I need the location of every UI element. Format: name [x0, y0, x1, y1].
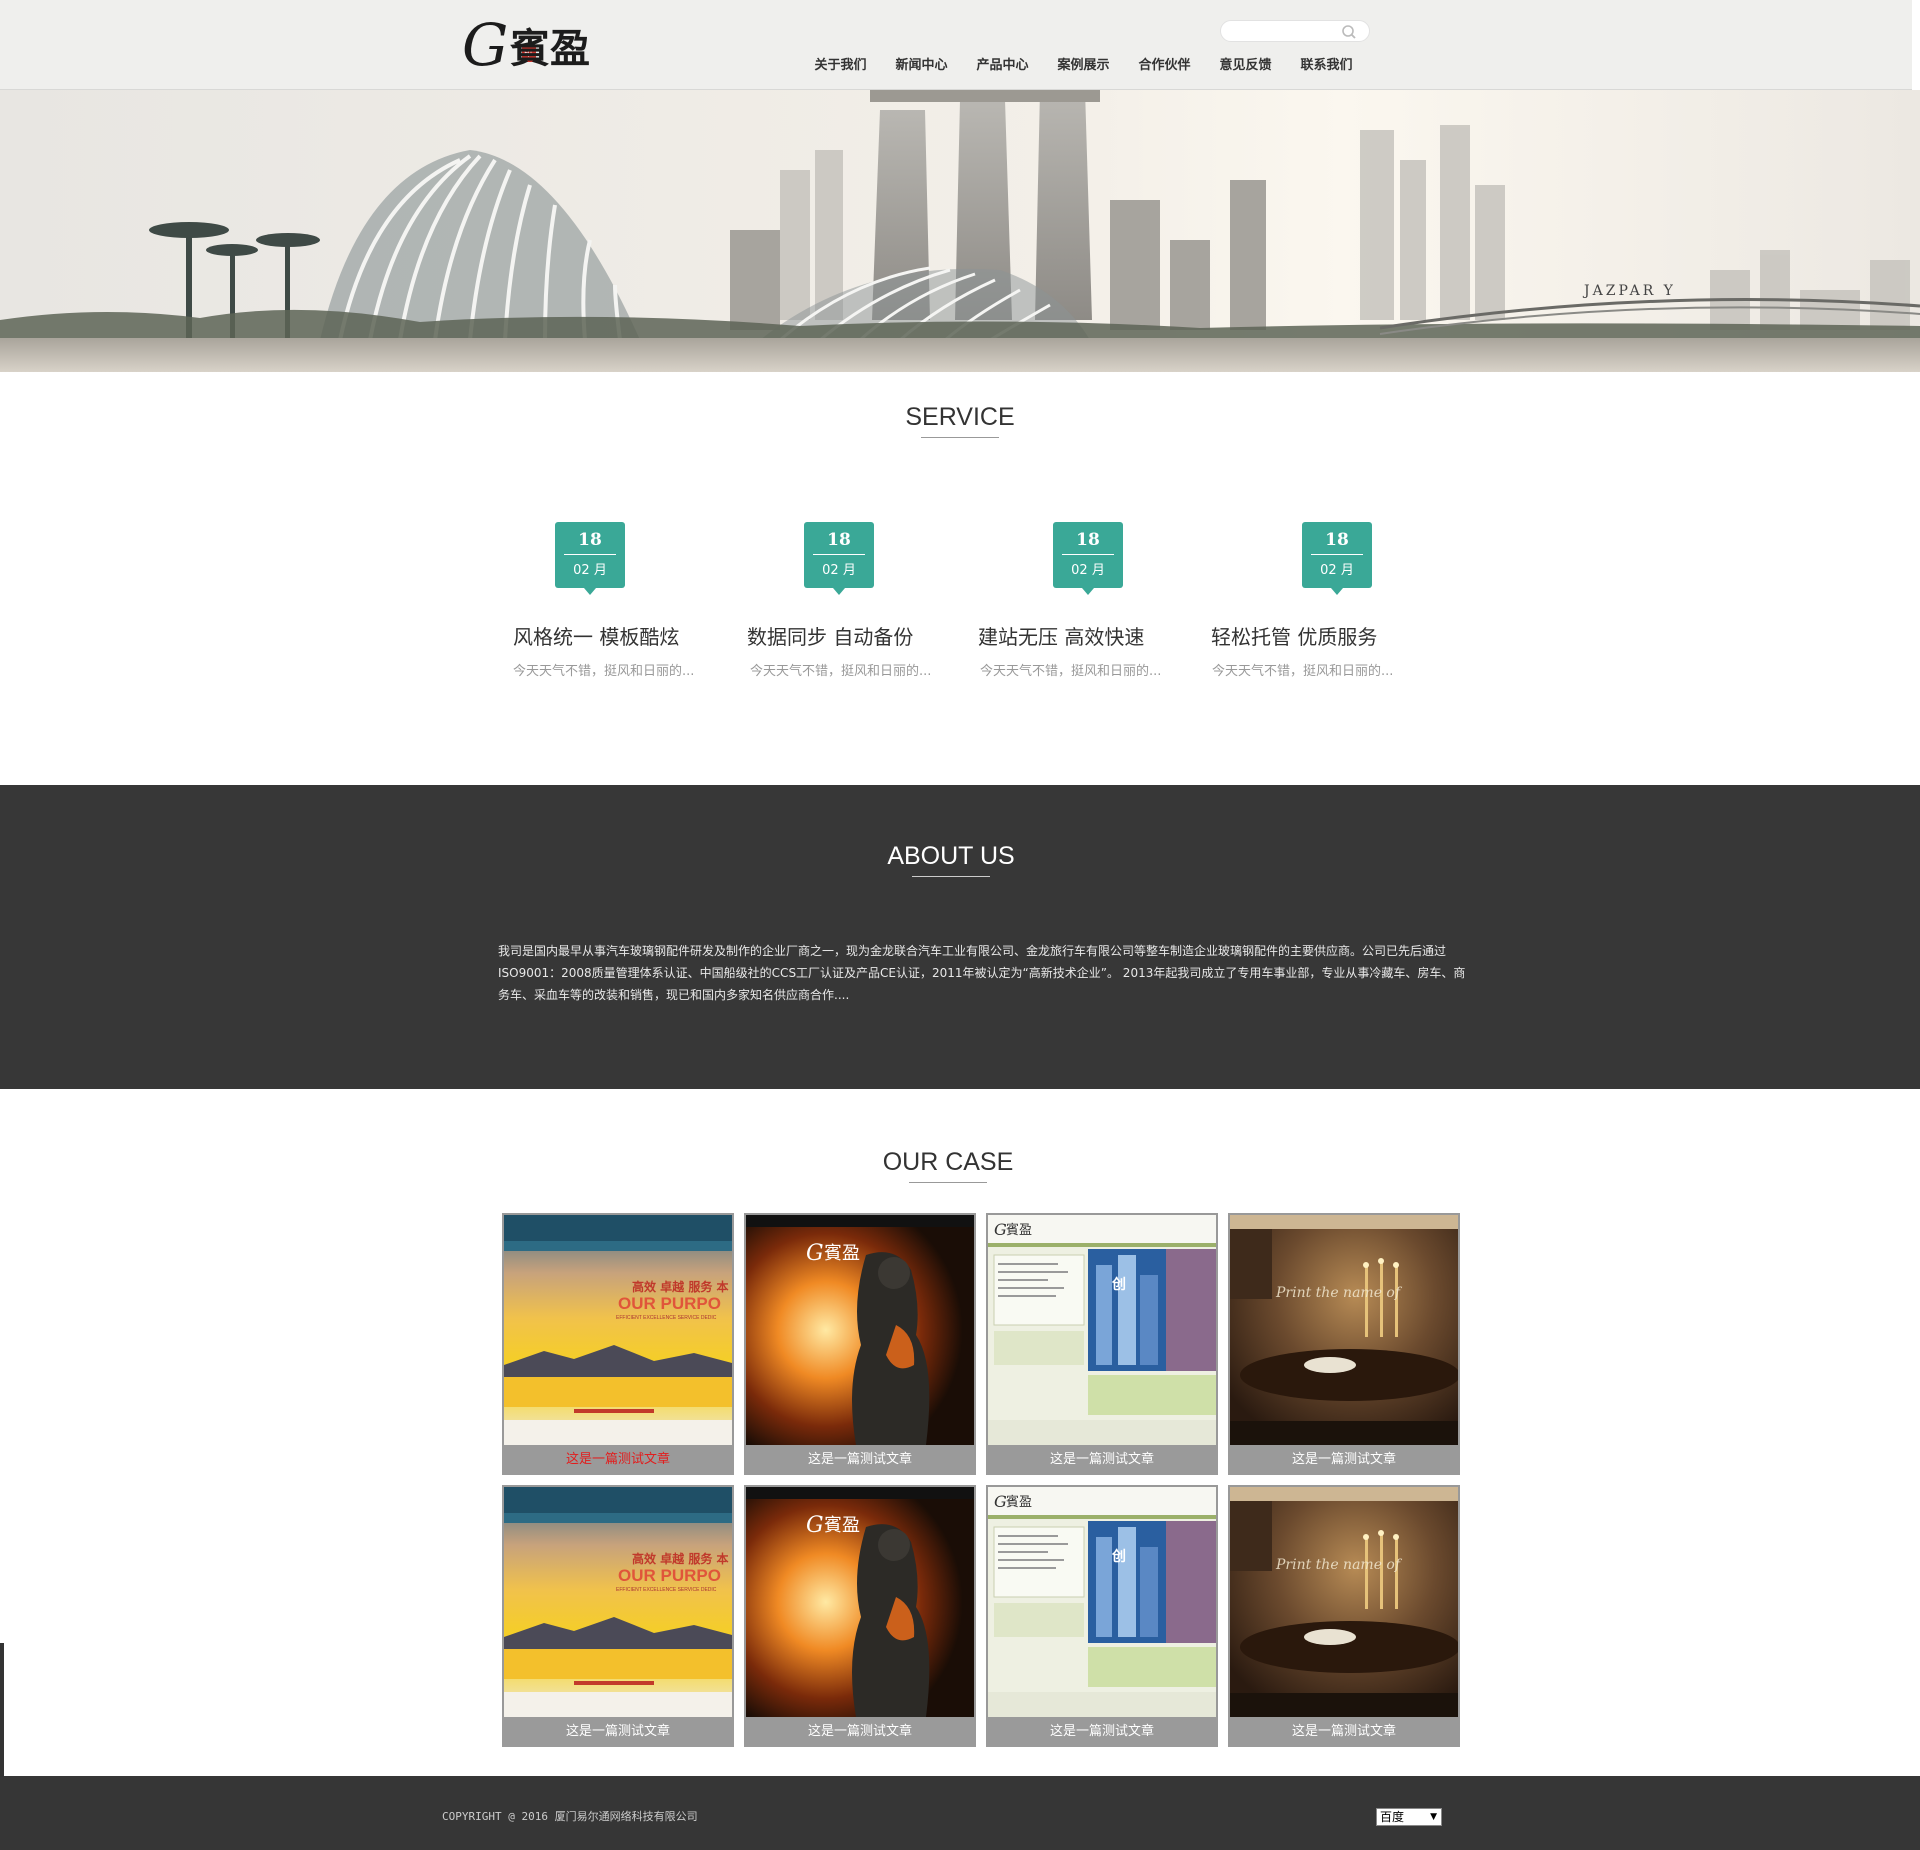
copyright-text: COPYRIGHT @ 2016 厦门易尔通网络科技有限公司 [442, 1810, 698, 1823]
badge-month: 02 月 [822, 563, 856, 578]
service-item-title[interactable]: 风格统一 模板酷炫 [513, 621, 679, 650]
banner-tagline: JAZPAR Y [1584, 283, 1676, 299]
nav-contact[interactable]: 联系我们 [1286, 54, 1367, 73]
case-thumbnail[interactable]: G 賓盈 创 [988, 1215, 1216, 1445]
svg-text:Print the name of: Print the name of [1275, 1285, 1403, 1301]
case-thumbnail[interactable]: G 賓盈 [746, 1487, 974, 1717]
svg-text:OUR PURPO: OUR PURPO [618, 1294, 721, 1313]
case-thumbnail[interactable]: 高效 卓越 服务 本 OUR PURPO EFFICIENT EXCELLENC… [504, 1215, 732, 1445]
date-badge: 18 02 月 [804, 522, 874, 595]
about-title: ABOUT US [887, 842, 1015, 870]
service-item-title[interactable]: 轻松托管 优质服务 [1211, 621, 1377, 650]
main-nav: 关于我们 新闻中心 产品中心 案例展示 合作伙伴 意见反馈 联系我们 [800, 54, 1367, 73]
svg-text:创: 创 [1111, 1548, 1126, 1565]
search-input[interactable] [1231, 23, 1341, 39]
site-header: G 印 賓盈 关于我们 新闻中心 产品中心 案例展示 合作伙伴 意见反馈 联系我… [0, 0, 1912, 90]
search-icon[interactable] [1341, 24, 1357, 40]
svg-text:G: G [806, 1241, 824, 1266]
search-engine-select[interactable]: 百度 ▼ [1376, 1808, 1442, 1826]
svg-text:賓盈: 賓盈 [824, 1515, 860, 1536]
hero-banner: JAZPAR Y [0, 90, 1920, 372]
service-item-desc: 今天天气不错，挺风和日丽的... [513, 664, 695, 679]
badge-day: 18 [1076, 530, 1100, 550]
case-thumbnail[interactable]: Print the name of [1230, 1487, 1458, 1717]
select-value: 百度 [1380, 1810, 1405, 1824]
svg-text:賓盈: 賓盈 [510, 25, 590, 72]
search-box[interactable] [1220, 20, 1370, 42]
badge-month: 02 月 [573, 563, 607, 578]
site-logo[interactable]: G 印 賓盈 [462, 10, 617, 79]
nav-about[interactable]: 关于我们 [800, 54, 881, 73]
svg-text:G: G [462, 11, 508, 78]
case-card[interactable]: G 賓盈 这是一篇测试文章 [744, 1213, 976, 1475]
nav-feedback[interactable]: 意见反馈 [1205, 54, 1286, 73]
badge-month: 02 月 [1071, 563, 1105, 578]
case-caption[interactable]: 这是一篇测试文章 [1228, 1717, 1460, 1747]
date-badge: 18 02 月 [555, 522, 625, 595]
case-thumbnail[interactable]: G 賓盈 创 [988, 1487, 1216, 1717]
badge-month: 02 月 [1320, 563, 1354, 578]
service-item-title[interactable]: 建站无压 高效快速 [978, 621, 1144, 650]
date-badge: 18 02 月 [1302, 522, 1372, 595]
svg-text:G: G [806, 1513, 824, 1538]
service-title: SERVICE [905, 403, 1015, 431]
badge-day: 18 [1325, 530, 1349, 550]
skyline-image [0, 90, 1920, 372]
about-text: 我司是国内最早从事汽车玻璃钢配件研发及制作的企业厂商之一，现为金龙联合汽车工业有… [498, 944, 1466, 1002]
service-item-title[interactable]: 数据同步 自动备份 [747, 621, 913, 650]
heading-underline [921, 437, 999, 438]
svg-text:Print the name of: Print the name of [1275, 1557, 1403, 1573]
case-card[interactable]: G 賓盈 创 这是一篇测试文章 [986, 1485, 1218, 1747]
case-caption[interactable]: 这是一篇测试文章 [1228, 1445, 1460, 1475]
case-card[interactable]: G 賓盈 创 这是一篇测试文章 [986, 1213, 1218, 1475]
svg-text:賓盈: 賓盈 [824, 1243, 860, 1264]
case-card[interactable]: Print the name of 这是一篇测试文章 [1228, 1485, 1460, 1747]
service-item-desc: 今天天气不错，挺风和日丽的... [980, 664, 1162, 679]
svg-text:賓盈: 賓盈 [1006, 1494, 1032, 1510]
nav-news[interactable]: 新闻中心 [881, 54, 962, 73]
heading-underline [912, 876, 990, 877]
about-section: ABOUT US 我司是国内最早从事汽车玻璃钢配件研发及制作的企业厂商之一，现为… [0, 785, 1920, 1089]
nav-partners[interactable]: 合作伙伴 [1124, 54, 1205, 73]
case-card[interactable]: G 賓盈 这是一篇测试文章 [744, 1485, 976, 1747]
service-item-desc: 今天天气不错，挺风和日丽的... [750, 664, 932, 679]
case-caption[interactable]: 这是一篇测试文章 [986, 1717, 1218, 1747]
case-card[interactable]: 高效 卓越 服务 本 OUR PURPO EFFICIENT EXCELLENC… [502, 1485, 734, 1747]
dropdown-arrow-icon: ▼ [1430, 1812, 1437, 1822]
nav-cases[interactable]: 案例展示 [1043, 54, 1124, 73]
site-footer: COPYRIGHT @ 2016 厦门易尔通网络科技有限公司 百度 ▼ [0, 1776, 1920, 1850]
case-caption[interactable]: 这是一篇测试文章 [502, 1445, 734, 1475]
case-card[interactable]: 高效 卓越 服务 本 OUR PURPO EFFICIENT EXCELLENC… [502, 1213, 734, 1475]
case-caption[interactable]: 这是一篇测试文章 [502, 1717, 734, 1747]
heading-underline [909, 1182, 987, 1183]
case-title: OUR CASE [882, 1148, 1014, 1176]
case-thumbnail[interactable]: G 賓盈 [746, 1215, 974, 1445]
service-heading: SERVICE [860, 403, 1060, 438]
left-edge-bar [0, 1643, 4, 1777]
case-thumbnail[interactable]: Print the name of [1230, 1215, 1458, 1445]
case-heading: OUR CASE [848, 1148, 1048, 1183]
badge-day: 18 [827, 530, 851, 550]
nav-products[interactable]: 产品中心 [962, 54, 1043, 73]
svg-text:EFFICIENT EXCELLENCE SERVICE D: EFFICIENT EXCELLENCE SERVICE DEDIC [616, 1587, 717, 1593]
svg-text:賓盈: 賓盈 [1006, 1222, 1032, 1238]
date-badge: 18 02 月 [1053, 522, 1123, 595]
svg-text:EFFICIENT EXCELLENCE SERVICE D: EFFICIENT EXCELLENCE SERVICE DEDIC [616, 1315, 717, 1321]
case-caption[interactable]: 这是一篇测试文章 [986, 1445, 1218, 1475]
case-card[interactable]: Print the name of 这是一篇测试文章 [1228, 1213, 1460, 1475]
svg-text:高效 卓越 服务 本: 高效 卓越 服务 本 [632, 1551, 729, 1566]
case-caption[interactable]: 这是一篇测试文章 [744, 1445, 976, 1475]
svg-text:创: 创 [1111, 1276, 1126, 1293]
svg-text:高效 卓越 服务 本: 高效 卓越 服务 本 [632, 1279, 729, 1294]
service-item-desc: 今天天气不错，挺风和日丽的... [1212, 664, 1394, 679]
badge-day: 18 [578, 530, 602, 550]
case-caption[interactable]: 这是一篇测试文章 [744, 1717, 976, 1747]
svg-text:OUR PURPO: OUR PURPO [618, 1566, 721, 1585]
about-heading: ABOUT US [851, 842, 1051, 877]
case-thumbnail[interactable]: 高效 卓越 服务 本 OUR PURPO EFFICIENT EXCELLENC… [504, 1487, 732, 1717]
